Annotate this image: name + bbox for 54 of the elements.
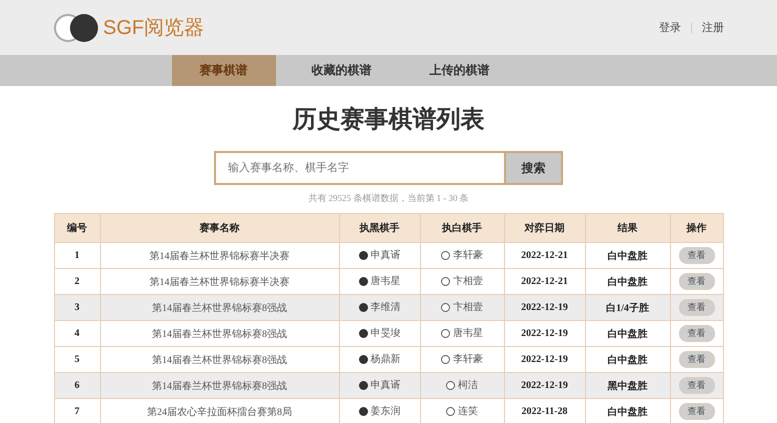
view-button[interactable]: 查看 xyxy=(678,247,714,264)
view-button[interactable]: 查看 xyxy=(678,273,714,290)
view-button[interactable]: 查看 xyxy=(678,403,714,420)
hollow-stone-icon xyxy=(446,380,455,390)
column-header: 执白棋手 xyxy=(420,214,504,242)
hollow-stone-icon xyxy=(441,328,450,338)
player-name: 李轩豪 xyxy=(453,352,483,366)
view-button[interactable]: 查看 xyxy=(678,377,714,394)
player-name: 李轩豪 xyxy=(453,248,483,262)
view-button[interactable]: 查看 xyxy=(678,299,714,316)
stone-icon xyxy=(358,302,368,312)
player-name: 申旻埈 xyxy=(370,326,400,340)
view-button[interactable]: 查看 xyxy=(678,351,714,368)
nav-tab[interactable]: 收藏的棋谱 xyxy=(290,55,394,86)
summary-text: 共有 29525 条棋谱数据，当前第 1 - 30 条 xyxy=(307,192,470,205)
hollow-stone-icon xyxy=(441,250,450,260)
page-title: 历史赛事棋谱列表 xyxy=(291,105,486,135)
stone-icon xyxy=(358,328,368,338)
player-name: 杨鼎新 xyxy=(370,352,400,366)
table-cell: 7 xyxy=(54,398,100,423)
column-header: 执黑棋手 xyxy=(339,214,420,242)
player-name: 卞相壹 xyxy=(453,274,483,288)
player-name: 李维清 xyxy=(370,300,400,314)
column-header: 结果 xyxy=(585,214,670,242)
player-name: 唐韦星 xyxy=(370,274,400,288)
column-header: 对弈日期 xyxy=(504,214,585,242)
player-name: 连笑 xyxy=(458,405,478,418)
stone-icon xyxy=(358,250,368,260)
auth-link[interactable]: 注册 xyxy=(702,20,724,35)
column-header: 操作 xyxy=(670,214,723,242)
player-name: 申真谞 xyxy=(370,378,400,392)
search-button[interactable]: 搜索 xyxy=(504,151,563,185)
hollow-stone-icon xyxy=(441,354,450,364)
search-field[interactable]: 输入赛事名称、棋手名字 xyxy=(214,151,504,185)
player-name: 卞相壹 xyxy=(453,300,483,314)
stone-icon xyxy=(358,354,368,364)
stone-icon xyxy=(358,406,368,416)
auth-link[interactable]: 登录 xyxy=(659,20,681,35)
hollow-stone-icon xyxy=(441,302,450,312)
nav-tab[interactable]: 上传的棋谱 xyxy=(408,55,512,86)
player-name: 柯洁 xyxy=(458,378,478,392)
player-name: 姜东润 xyxy=(370,404,400,418)
hollow-stone-icon xyxy=(441,276,450,286)
player-name: 申真谞 xyxy=(370,248,400,262)
view-button[interactable]: 查看 xyxy=(678,325,714,342)
stone-icon xyxy=(358,276,368,286)
stone-icon xyxy=(358,380,368,390)
column-header: 编号 xyxy=(54,214,100,242)
logo-text: SGF阅览器 xyxy=(103,16,204,41)
nav-tab[interactable]: 赛事棋谱 xyxy=(172,55,276,86)
hollow-stone-icon xyxy=(446,406,455,416)
player-name: 唐韦星 xyxy=(453,326,483,340)
column-header: 赛事名称 xyxy=(100,214,339,242)
logo-circles-icon xyxy=(53,12,99,42)
